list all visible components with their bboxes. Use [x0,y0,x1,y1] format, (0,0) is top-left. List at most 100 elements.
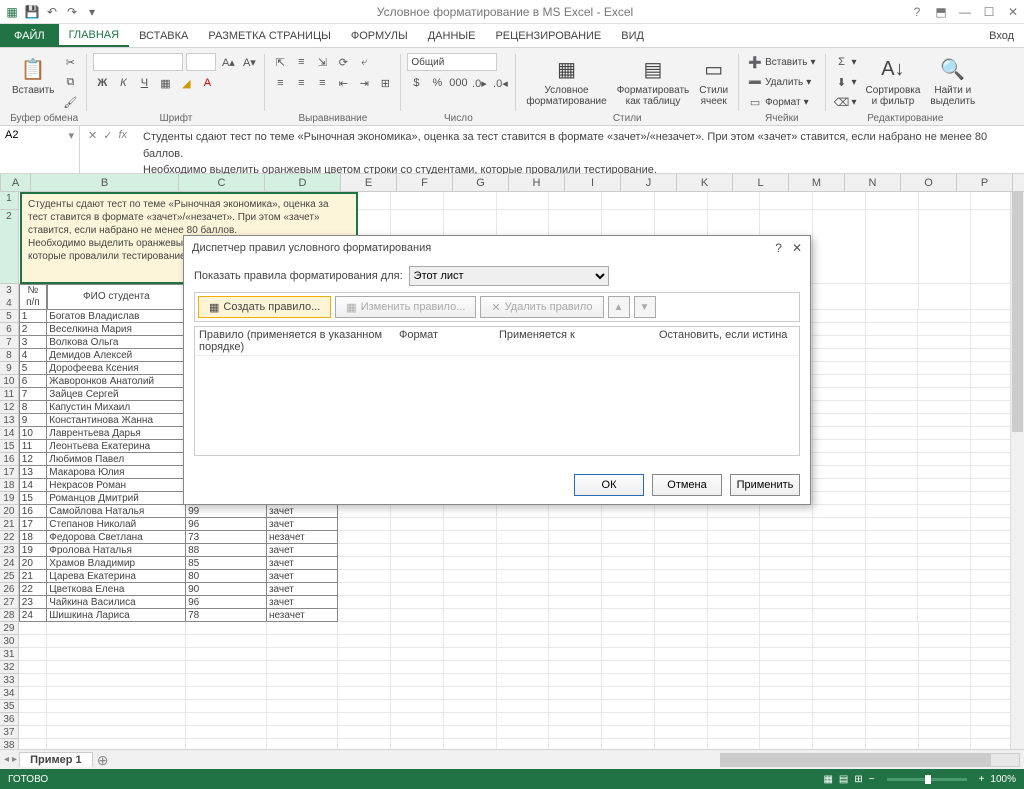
sign-in-link[interactable]: Вход [979,24,1024,47]
column-header[interactable]: E [341,174,397,191]
redo-icon[interactable]: ↷ [64,4,80,20]
cell[interactable] [813,349,866,362]
cell[interactable] [866,544,919,557]
cell[interactable] [918,336,971,349]
merge-icon[interactable]: ⊞ [376,74,394,92]
cell[interactable] [497,609,550,622]
cell[interactable]: 24 [19,609,47,622]
cell[interactable] [919,635,972,648]
cell[interactable] [391,739,444,749]
close-icon[interactable]: ✕ [1006,5,1020,19]
cell[interactable]: 20 [19,557,47,570]
cell[interactable] [267,687,338,700]
cell[interactable] [655,635,708,648]
cell[interactable] [338,622,391,635]
zoom-level[interactable]: 100% [990,774,1016,785]
cell[interactable] [866,622,919,635]
cell[interactable] [444,700,497,713]
row-header[interactable]: 28 [0,609,19,622]
column-header[interactable]: G [453,174,509,191]
cell[interactable] [602,557,655,570]
cell[interactable]: Леонтьева Екатерина [47,440,186,453]
tab-data[interactable]: ДАННЫЕ [418,24,486,47]
align-bottom-icon[interactable]: ⇲ [313,53,331,71]
cell[interactable] [602,544,655,557]
cell[interactable] [391,687,444,700]
cell[interactable] [602,674,655,687]
cell[interactable] [444,192,497,210]
cell[interactable] [919,739,972,749]
cell[interactable] [497,648,550,661]
cell[interactable]: 78 [186,609,267,622]
cell[interactable] [813,609,866,622]
cell[interactable] [655,648,708,661]
font-size-combo[interactable] [186,53,216,71]
cell[interactable] [813,544,866,557]
cell[interactable] [708,622,761,635]
cell[interactable] [444,687,497,700]
format-painter-button[interactable]: 🖌 [60,93,80,111]
cell[interactable] [338,661,391,674]
cell[interactable] [813,570,866,583]
cell[interactable] [813,310,866,323]
cell[interactable] [47,713,186,726]
cut-button[interactable]: ✂ [60,53,80,71]
cell[interactable]: Дорофеева Ксения [47,362,186,375]
row-header[interactable]: 31 [0,648,19,661]
cell[interactable]: 16 [19,505,47,518]
cell[interactable] [444,531,497,544]
cell[interactable] [760,192,813,210]
align-top-icon[interactable]: ⇱ [271,53,289,71]
cell[interactable] [549,648,602,661]
sheet-tab-active[interactable]: Пример 1 [19,752,93,767]
cell[interactable] [549,661,602,674]
row-header[interactable]: 29 [0,622,19,635]
cell[interactable]: 4 [19,349,47,362]
cell[interactable] [919,210,972,284]
cell[interactable] [866,440,919,453]
sheet-nav-next-icon[interactable]: ▸ [12,754,17,765]
cell[interactable] [549,596,602,609]
cell[interactable] [813,362,866,375]
row-header[interactable]: 11 [0,388,19,401]
cell[interactable] [866,518,919,531]
cell[interactable] [760,687,813,700]
row-header[interactable]: 37 [0,726,19,739]
copy-button[interactable]: ⧉ [60,73,80,91]
column-header[interactable]: H [509,174,565,191]
apply-button[interactable]: Применить [730,474,800,496]
row-header[interactable]: 1 [0,192,19,210]
cell[interactable] [186,739,267,749]
cell[interactable]: 8 [19,401,47,414]
italic-icon[interactable]: К [114,74,132,92]
cell[interactable] [760,674,813,687]
row-header[interactable]: 27 [0,596,19,609]
cell[interactable]: 10 [19,427,47,440]
cell[interactable] [918,466,971,479]
cell[interactable] [866,349,919,362]
cell[interactable]: 21 [19,570,47,583]
decrease-font-icon[interactable]: A▾ [240,53,258,71]
cell[interactable] [866,362,919,375]
insert-cells-button[interactable]: ➕Вставить ▾ [745,53,818,71]
add-sheet-button[interactable]: ⊕ [95,752,111,768]
cell[interactable] [655,726,708,739]
tab-formulas[interactable]: ФОРМУЛЫ [341,24,418,47]
cell[interactable] [602,739,655,749]
cell[interactable] [918,583,971,596]
cell[interactable] [338,687,391,700]
cell[interactable]: зачет [267,596,338,609]
cell[interactable] [497,739,550,749]
column-header[interactable]: K [677,174,733,191]
cell[interactable] [813,583,866,596]
cell[interactable]: 6 [19,375,47,388]
row-header[interactable]: 25 [0,570,19,583]
cell[interactable] [918,570,971,583]
cell[interactable] [918,544,971,557]
cancel-formula-icon[interactable]: ✕ [88,129,97,142]
maximize-icon[interactable]: ☐ [982,5,996,19]
cell[interactable] [391,609,444,622]
align-left-icon[interactable]: ≡ [271,74,289,92]
cell[interactable]: Цветкова Елена [47,583,186,596]
cell[interactable]: Зайцев Сергей [47,388,186,401]
